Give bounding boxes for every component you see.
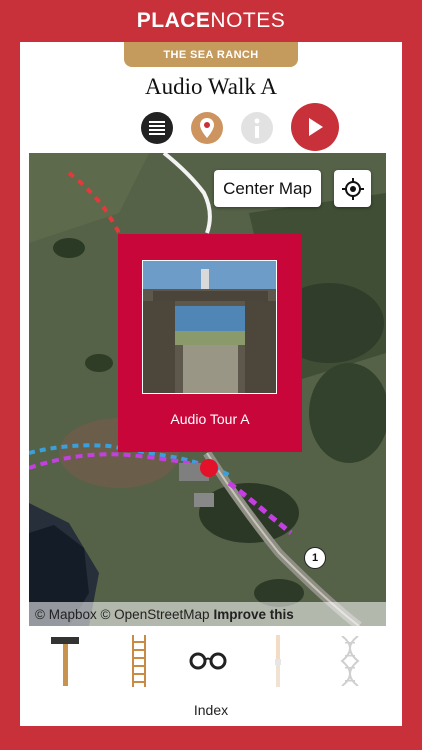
map-popup[interactable]: Audio Tour A xyxy=(118,234,302,452)
map-pin-icon xyxy=(200,118,214,138)
popup-thumbnail[interactable] xyxy=(142,260,277,394)
selected-tool-label: Index xyxy=(193,702,229,718)
tool-brush[interactable] xyxy=(268,632,288,690)
list-button[interactable] xyxy=(141,112,173,144)
improve-map-link[interactable]: Improve this xyxy=(213,607,293,622)
tool-hammer[interactable] xyxy=(50,632,80,690)
location-badge: THE SEA RANCH xyxy=(124,42,298,67)
stop-marker-1[interactable]: 1 xyxy=(304,547,326,569)
tool-glasses[interactable] xyxy=(186,632,230,690)
play-button[interactable] xyxy=(291,103,339,151)
gate-ocean-photo xyxy=(143,261,276,393)
ladder-icon xyxy=(132,635,146,687)
brand-bold: PLACE xyxy=(136,9,211,32)
hammer-icon xyxy=(51,637,79,686)
locate-button[interactable] xyxy=(334,170,371,207)
tool-ladder[interactable] xyxy=(126,632,152,690)
attribution-text: © Mapbox © OpenStreetMap xyxy=(35,606,210,622)
popup-caption: Audio Tour A xyxy=(170,411,250,427)
dna-icon xyxy=(340,636,360,686)
map-button[interactable] xyxy=(191,112,223,144)
bottom-toolbar xyxy=(20,632,402,692)
crosshair-icon xyxy=(341,177,364,200)
info-button[interactable] xyxy=(241,112,273,144)
play-icon xyxy=(309,118,323,136)
tool-dna[interactable] xyxy=(338,632,362,690)
glasses-icon xyxy=(189,652,227,670)
map-view[interactable]: Center Map Audio Tour A 1 © Mapbox © Ope… xyxy=(29,153,386,626)
brand-light: NOTES xyxy=(210,9,286,32)
info-icon xyxy=(254,118,260,138)
content-card: THE SEA RANCH Audio Walk A Center Map Au… xyxy=(20,42,402,726)
stop-pin[interactable] xyxy=(200,459,218,477)
brush-icon xyxy=(275,635,281,687)
center-map-button[interactable]: Center Map xyxy=(214,170,321,207)
app-header: PLACE NOTES xyxy=(0,0,422,42)
list-icon xyxy=(149,121,165,135)
map-attribution: © Mapbox © OpenStreetMap Improve this xyxy=(29,602,386,626)
page-title: Audio Walk A xyxy=(145,74,277,99)
